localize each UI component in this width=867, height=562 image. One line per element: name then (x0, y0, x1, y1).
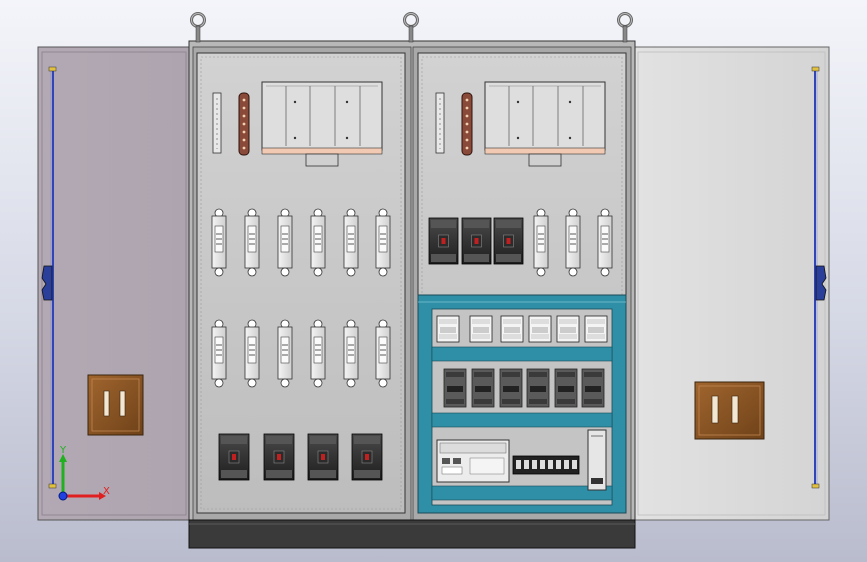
circuit-breaker-icon (263, 433, 295, 481)
relay-icon (528, 315, 552, 343)
circuit-breaker-icon (307, 433, 339, 481)
relay-icon (436, 315, 460, 343)
terminal-block-icon (212, 92, 222, 154)
fuse-holder-icon (310, 319, 326, 388)
busbar (461, 92, 473, 156)
lifting-eye-icon (190, 12, 633, 43)
triad-y-label: Y (59, 445, 67, 456)
breaker-row (428, 217, 524, 265)
power-supply (587, 429, 607, 491)
fuse-holder-icon (211, 319, 227, 388)
main-isolator (484, 81, 606, 167)
fuse-holder-icon (211, 208, 227, 277)
relay-icon (443, 368, 467, 408)
circuit-breaker-icon (428, 217, 459, 265)
fuse-holder-icon (244, 208, 260, 277)
left-door-handle-icon[interactable] (87, 374, 144, 436)
fuse-holder-icon (375, 208, 391, 277)
circuit-breaker-icon (461, 217, 492, 265)
relay-icon (554, 368, 578, 408)
relay-icon (526, 368, 550, 408)
right-door (633, 46, 830, 521)
relay-icon (499, 368, 523, 408)
relay-icon (471, 368, 495, 408)
terminal-block-icon (435, 92, 445, 154)
main-isolator (261, 81, 383, 167)
fuse-holder-icon (565, 208, 581, 277)
relay-icon (500, 315, 524, 343)
plc-icon (436, 439, 510, 483)
busbar (238, 92, 250, 156)
relay-icon (581, 368, 605, 408)
relay-icon (584, 315, 608, 343)
fuse-holder-icon (375, 319, 391, 388)
fuse-holder-icon (310, 208, 326, 277)
circuit-breaker-icon (218, 433, 250, 481)
fuse-holder-icon (277, 319, 293, 388)
triad-x-label: X (103, 486, 110, 497)
fuse-holder-icon (343, 319, 359, 388)
fuse-holder-icon (597, 208, 613, 277)
terminal-block-icon (512, 455, 580, 475)
circuit-breaker-icon (493, 217, 524, 265)
fuse-holder-icon (244, 319, 260, 388)
circuit-breaker-icon (351, 433, 383, 481)
fuse-holder-icon (343, 208, 359, 277)
relay-icon (469, 315, 493, 343)
fuse-row (533, 208, 613, 277)
right-door-handle-icon[interactable] (694, 381, 765, 440)
fuse-holder-icon (277, 208, 293, 277)
fuse-holder-icon (533, 208, 549, 277)
electrical-cabinet-drawing: X Y (37, 12, 830, 549)
relay-icon (556, 315, 580, 343)
